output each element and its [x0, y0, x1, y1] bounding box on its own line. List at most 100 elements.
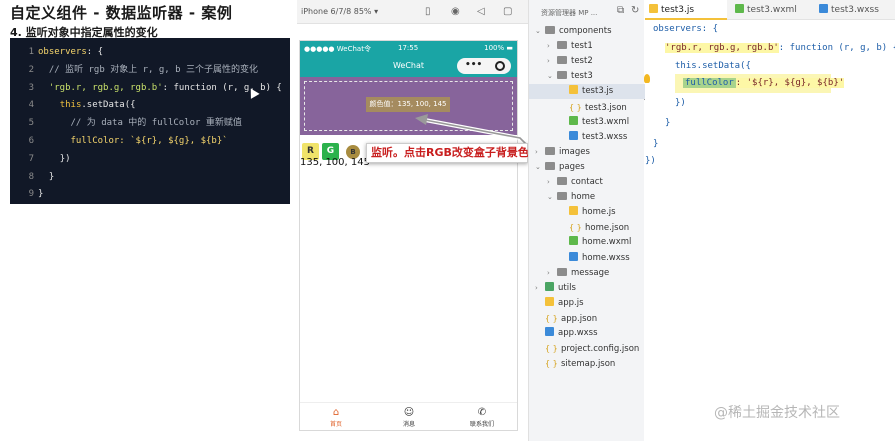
tree-item-test3-js[interactable]: test3.js — [529, 84, 645, 100]
folder-icon — [545, 146, 555, 155]
wxss-file-icon — [569, 130, 578, 140]
file-explorer: 资源管理器 MP ... ⧉ ↻ ⌄ components › test1 › test2… — [528, 0, 645, 441]
editor-line: fullColor: '${r}, ${g}, ${b}' — [683, 76, 845, 91]
json-file-icon: { } — [569, 102, 582, 112]
phone-icon[interactable]: ▯ — [425, 6, 431, 17]
tree-item-label: test3.wxss — [582, 131, 628, 142]
code-line: 7 }) — [10, 151, 290, 169]
tree-item-home-json[interactable]: { } home.json — [529, 220, 645, 235]
tree-item-home-wxml[interactable]: home.wxml — [529, 235, 645, 250]
code-token: : `${r}, ${g}, ${b}` — [119, 135, 228, 146]
tree-item-app-js[interactable]: app.js — [529, 296, 645, 311]
folder-icon — [557, 177, 567, 185]
tree-item-home-js[interactable]: home.js — [529, 205, 645, 220]
code-token: 'rgb.r, rgb.g, rgb.b' — [665, 43, 779, 53]
chevron-down-icon: ⌄ — [535, 27, 541, 35]
tree-item-sitemap-json[interactable]: { } sitemap.json — [529, 356, 645, 371]
tree-item-test3-wxml[interactable]: test3.wxml — [529, 115, 645, 130]
tree-item-project-config-json[interactable]: { } project.config.json — [529, 341, 645, 356]
tab-home[interactable]: ⌂ 首页 — [316, 406, 356, 428]
line-number: 4 — [28, 100, 34, 111]
tab-test3-wxml[interactable]: test3.wxml — [731, 0, 813, 20]
tree-item-test1[interactable]: › test1 — [529, 39, 645, 54]
json-file-icon: { } — [545, 313, 558, 323]
code-line: 4 this.setData({ — [10, 97, 290, 115]
code-token: fullColor — [70, 135, 120, 146]
volume-icon[interactable]: ◁ — [477, 6, 485, 17]
message-icon: ☺ — [403, 407, 415, 418]
tree-item-label: message — [571, 267, 610, 278]
watermark: @稀土掘金技术社区 — [714, 405, 840, 421]
chevron-right-icon: › — [535, 147, 538, 156]
device-selector[interactable]: iPhone 6/7/8 85% ▾ — [301, 7, 378, 16]
tree-item-home-wxss[interactable]: home.wxss — [529, 251, 645, 266]
js-file-icon — [545, 296, 554, 306]
tree-item-label: project.config.json — [561, 344, 640, 355]
tab-contact[interactable]: ✆ 联系我们 — [462, 406, 502, 428]
wxss-file-icon — [569, 251, 578, 261]
chevron-right-icon: › — [547, 42, 550, 51]
folder-icon — [545, 161, 555, 170]
tab-test3-js[interactable]: test3.js — [645, 0, 727, 20]
tree-item-test3-wxss[interactable]: test3.wxss — [529, 130, 645, 145]
close-mini-program-icon[interactable] — [495, 61, 505, 71]
code-token: } — [48, 171, 55, 182]
tree-item-label: home.js — [582, 207, 616, 218]
json-file-icon: { } — [545, 344, 558, 354]
tree-item-label: utils — [558, 282, 576, 293]
folder-icon — [557, 71, 567, 80]
tree-item-test3-json[interactable]: { } test3.json — [529, 100, 645, 115]
lightbulb-icon[interactable] — [644, 74, 650, 83]
folder-icon — [557, 41, 567, 50]
annotation-callout: 监听。点击RGB改变盒子背景色 — [366, 143, 529, 163]
tree-item-label: app.json — [561, 313, 598, 324]
js-file-icon — [649, 4, 658, 13]
tree-item-label: test1 — [571, 41, 593, 52]
tree-item-test3[interactable]: ⌄ test3 — [529, 69, 645, 84]
tree-item-app-wxss[interactable]: app.wxss — [529, 326, 645, 341]
wxss-file-icon — [819, 4, 828, 13]
editor-line: }) — [675, 98, 686, 108]
tree-item-contact[interactable]: › contact — [529, 175, 645, 190]
tab-label: 首页 — [329, 421, 342, 428]
editor-line: } — [653, 139, 659, 149]
tree-item-home[interactable]: ⌄ home — [529, 190, 645, 205]
tree-item-label: contact — [571, 177, 603, 187]
code-comment: // 为 data 中的 fullColor 重新赋值 — [70, 118, 242, 129]
json-file-icon: { } — [545, 359, 558, 369]
window-icon[interactable]: ▢ — [503, 6, 512, 17]
editor-line: this.setData({ — [675, 61, 751, 71]
menu-capsule[interactable]: ••• — [457, 58, 511, 74]
tab-test3-wxss[interactable]: test3.wxss — [815, 0, 895, 20]
home-icon: ⌂ — [332, 407, 340, 418]
chevron-down-icon: ⌄ — [547, 72, 553, 81]
code-line: 9} — [10, 186, 290, 204]
tree-item-app-json[interactable]: { } app.json — [529, 311, 645, 326]
line-number: 8 — [28, 171, 34, 182]
explorer-title: 资源管理器 MP ... — [541, 9, 598, 17]
screen: 自定义组件 - 数据监听器 - 案例 4. 监听对象中指定属性的变化 1 obse… — [0, 0, 895, 441]
code-line: 6 fullColor: `${r}, ${g}, ${b}` — [10, 133, 290, 151]
code-line: 5 // 为 data 中的 fullColor 重新赋值 — [10, 115, 290, 133]
line-number: 5 — [28, 118, 34, 129]
tree-item-pages[interactable]: ⌄ pages — [529, 160, 645, 175]
editor-tabs: test3.js test3.wxml test3.wxss — [645, 0, 895, 20]
status-time: 17:55 — [398, 44, 419, 52]
battery-text: 100% ▬ — [484, 44, 513, 52]
refresh-icon[interactable]: ↻ — [631, 5, 639, 16]
record-icon[interactable]: ◉ — [451, 6, 460, 17]
chevron-right-icon: › — [547, 57, 550, 66]
tab-bar: ⌂ 首页 ☺ 消息 ✆ 联系我们 — [300, 402, 517, 430]
copy-icon[interactable]: ⧉ — [617, 5, 624, 16]
tree-item-test2[interactable]: › test2 — [529, 54, 645, 69]
tab-message[interactable]: ☺ 消息 — [389, 406, 429, 428]
tab-label: test3.wxml — [747, 5, 797, 15]
chevron-right-icon: › — [547, 268, 550, 277]
explorer-header: 资源管理器 MP ... ⧉ ↻ — [529, 0, 645, 24]
tree-item-components[interactable]: ⌄ components — [529, 24, 645, 39]
nav-title: WeChat — [392, 61, 425, 70]
more-icon[interactable]: ••• — [465, 57, 482, 73]
tree-item-utils[interactable]: › utils — [529, 281, 645, 296]
tree-item-message[interactable]: › message — [529, 266, 645, 281]
tree-item-images[interactable]: › images — [529, 145, 645, 160]
